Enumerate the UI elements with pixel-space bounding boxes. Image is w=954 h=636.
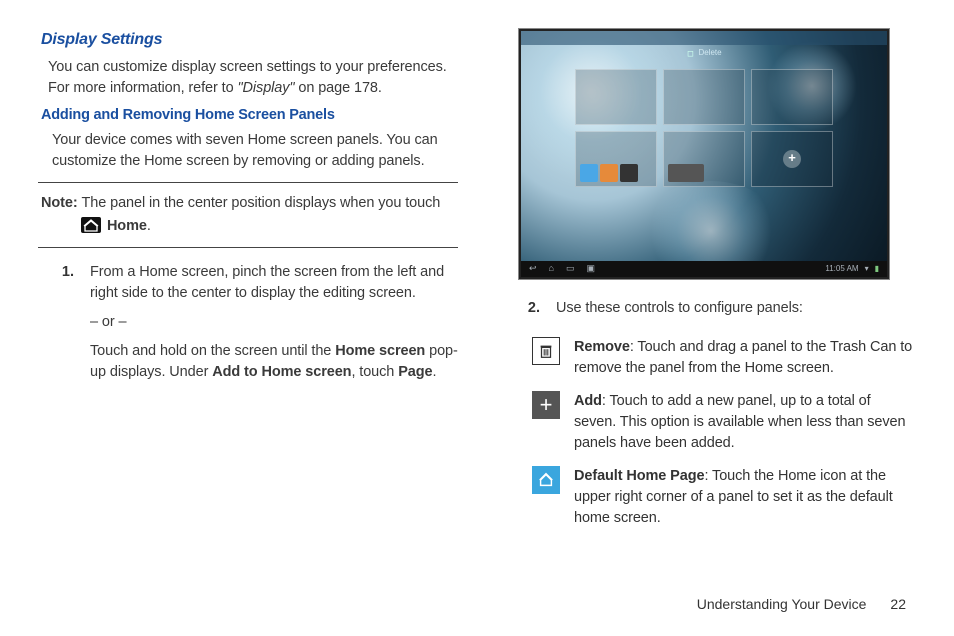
step-1-number: 1. [38, 262, 90, 391]
subsection-heading: Adding and Removing Home Screen Panels [41, 105, 458, 126]
screenshot-navbar: ↩ ⌂ ▭ ▣ 11:05 AM ▾ ▮ [521, 261, 887, 277]
home-icon [81, 217, 101, 233]
screenshot-figure: Delete [518, 28, 890, 280]
note-tail: . [147, 218, 151, 234]
recent-icon: ▭ [566, 262, 575, 275]
panel-grid: + [575, 69, 833, 187]
home-blue-icon [532, 466, 560, 494]
intro-paragraph: You can customize display screen setting… [48, 57, 458, 99]
section-heading: Display Settings [41, 28, 458, 51]
capture-icon: ▣ [587, 262, 596, 275]
step-1-or: – or – [90, 312, 458, 333]
footer-section: Understanding Your Device [697, 594, 867, 614]
note-text: The panel in the center position display… [81, 195, 440, 211]
add-panel-icon: + [783, 150, 801, 168]
clock-text: 11:05 AM [825, 263, 858, 275]
step-2-number: 2. [504, 298, 556, 327]
control-default-home: Default Home Page: Touch the Home icon a… [532, 466, 916, 529]
add-label: Add [574, 393, 602, 409]
step-2-text: Use these controls to configure panels: [556, 298, 916, 319]
step-1-p1: From a Home screen, pinch the screen fro… [90, 262, 458, 304]
intro-tail: on page 178. [294, 80, 381, 96]
page-number: 22 [890, 594, 906, 614]
screenshot-trash-label: Delete [686, 47, 721, 59]
note-home-label: Home [107, 218, 147, 234]
trash-icon [532, 337, 560, 365]
page-footer: Understanding Your Device 22 [697, 594, 906, 614]
step-1-p2: Touch and hold on the screen until the H… [90, 341, 458, 383]
step-1: 1. From a Home screen, pinch the screen … [38, 262, 458, 391]
wifi-icon: ▾ [865, 263, 869, 275]
plus-icon: + [532, 391, 560, 419]
note-label: Note: [41, 195, 81, 211]
remove-label: Remove [574, 339, 630, 355]
control-remove: Remove: Touch and drag a panel to the Tr… [532, 337, 916, 379]
note-block: Note: The panel in the center position d… [41, 183, 458, 247]
divider-bottom [38, 247, 458, 248]
add-text: : Touch to add a new panel, up to a tota… [574, 393, 905, 451]
step-2: 2. Use these controls to configure panel… [504, 298, 916, 327]
battery-icon: ▮ [875, 263, 879, 275]
default-home-label: Default Home Page [574, 468, 704, 484]
panels-intro: Your device comes with seven Home screen… [52, 130, 458, 172]
control-add: + Add: Touch to add a new panel, up to a… [532, 391, 916, 454]
back-icon: ↩ [529, 262, 537, 275]
display-reference: "Display" [238, 80, 295, 96]
home-small-icon: ⌂ [549, 262, 554, 275]
